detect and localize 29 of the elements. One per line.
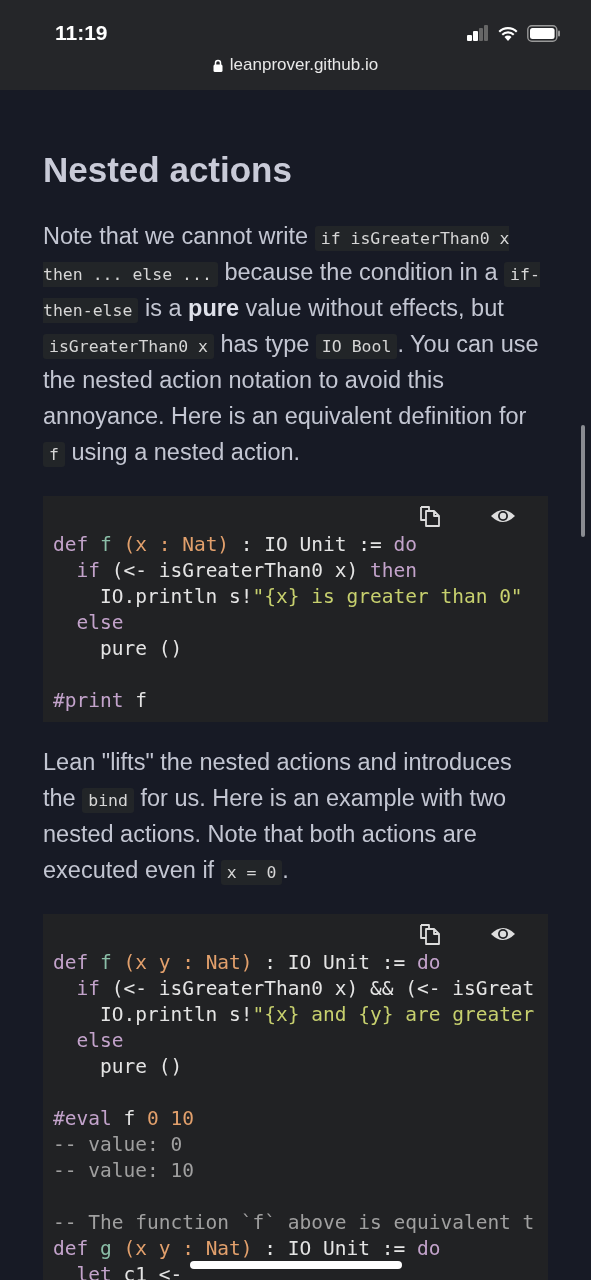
code-line: pure () xyxy=(98,1054,183,1080)
signal-icon xyxy=(467,25,489,41)
lock-icon xyxy=(212,58,223,72)
code-line: if (<- isGreaterThan0 x) && (<- isGreat xyxy=(75,976,535,1002)
code-line: #print f xyxy=(53,688,147,714)
paragraph-text: Lean "lifts" the nested actions and introduces the bind for us. Here is an example with two nested actions. Note that both actions are executed even if x = 0 . xyxy=(43,748,513,887)
address-url[interactable]: leanprover.github.io xyxy=(229,55,379,75)
eye-icon[interactable] xyxy=(490,507,516,525)
paragraph-text: Note that we cannot write if isGreaterThan0 x then ... else ... because the condition in a if-then-else is a pure value without effects, but isGreaterThan0 x has type IO Bool . You can use the nested action notation to avoid this annoyance. Here is an equivalent definition for f using a nested action. xyxy=(43,222,541,469)
section-heading: Nested actions xyxy=(43,150,293,190)
code-line: -- value: 0 xyxy=(53,1132,183,1158)
code-line: if (<- isGreaterThan0 x) then xyxy=(75,558,417,584)
copy-icon[interactable] xyxy=(418,922,442,946)
code-line: pure () xyxy=(98,636,183,662)
code-line: def g (x y : Nat) : IO Unit := do xyxy=(53,1236,441,1262)
code-line: IO.println s!"{x} is greater than 0" xyxy=(98,584,523,610)
battery-icon xyxy=(527,24,561,42)
code-line: -- The function `f` above is equivalent t xyxy=(53,1210,535,1236)
code-line: else xyxy=(75,1028,124,1054)
wifi-icon xyxy=(498,25,518,41)
code-line: def f (x y : Nat) : IO Unit := do xyxy=(53,950,441,976)
copy-icon[interactable] xyxy=(418,504,442,528)
code-line: #eval f 0 10 xyxy=(53,1106,194,1132)
eye-icon[interactable] xyxy=(490,925,516,943)
code-line: else xyxy=(75,610,124,636)
code-line: def f (x : Nat) : IO Unit := do xyxy=(53,532,417,558)
code-line: -- value: 10 xyxy=(53,1158,194,1184)
status-time: 11:19 xyxy=(55,21,108,45)
code-line: IO.println s!"{x} and {y} are greater xyxy=(98,1002,535,1028)
